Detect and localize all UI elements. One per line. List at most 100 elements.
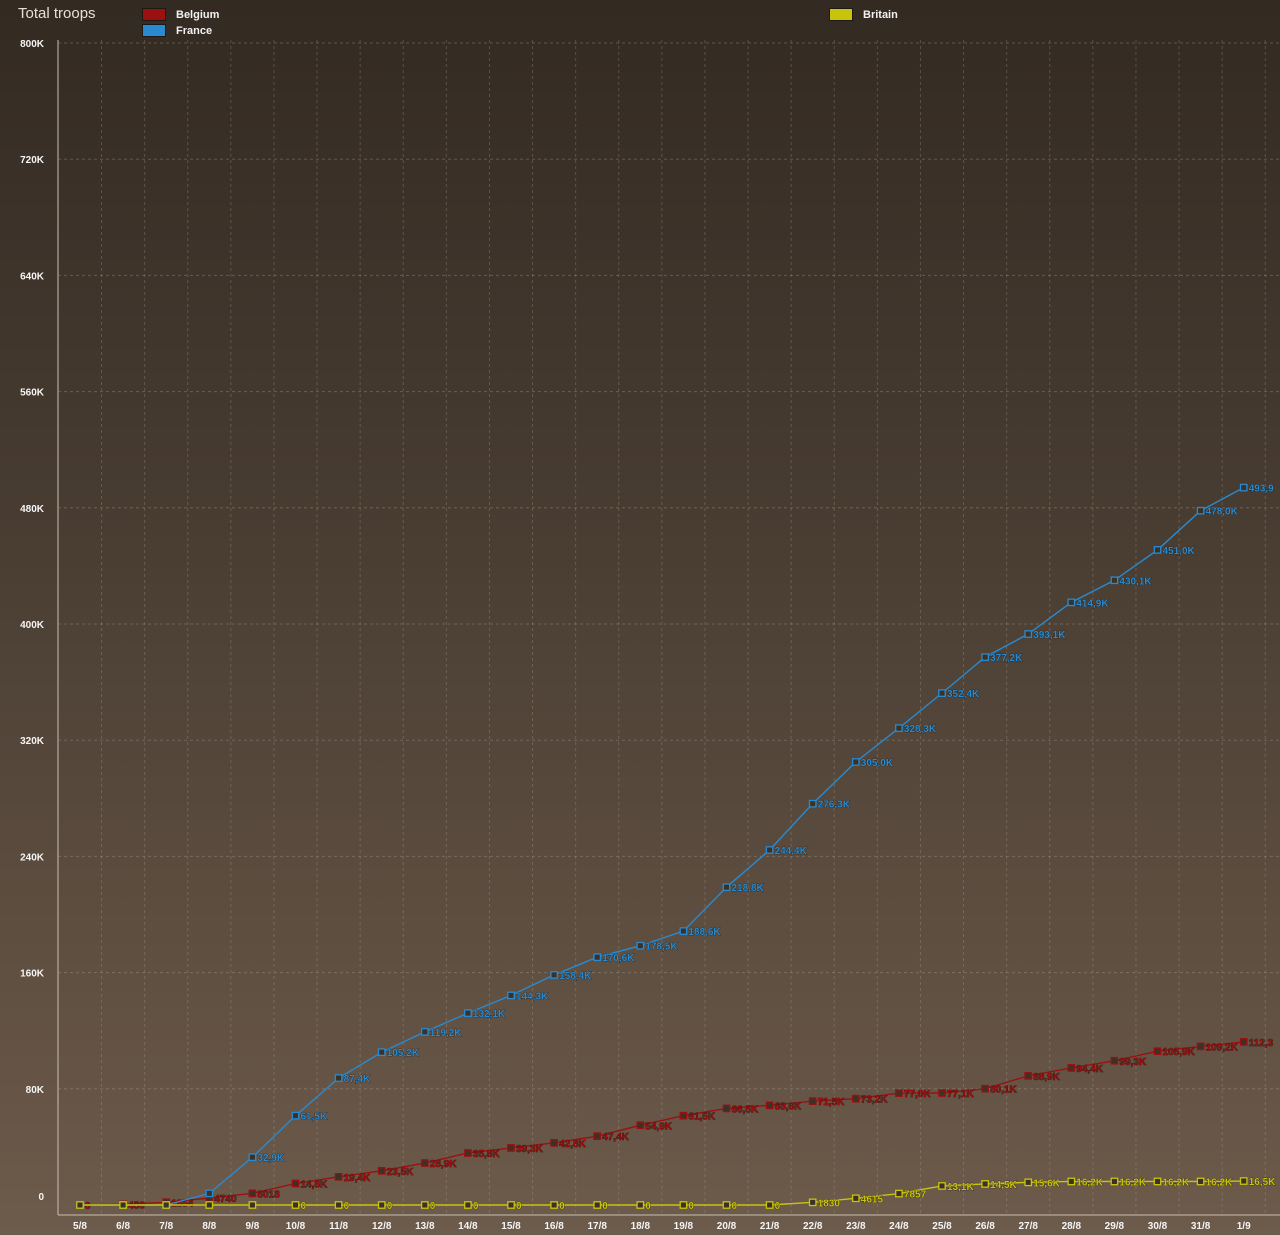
data-label-belgium: 4740 bbox=[214, 1194, 237, 1205]
x-tick-label: 15/8 bbox=[501, 1221, 521, 1232]
data-point-britain bbox=[1110, 1177, 1119, 1186]
data-label-belgium: 105,9K bbox=[1163, 1047, 1196, 1058]
data-point-britain bbox=[291, 1201, 300, 1209]
x-tick-label: 30/8 bbox=[1148, 1221, 1168, 1232]
data-label-belgium: 42,8K bbox=[559, 1139, 586, 1150]
data-point-belgium bbox=[895, 1089, 903, 1098]
data-label-france: 276,3K bbox=[818, 800, 851, 811]
data-label-france: 178,5K bbox=[645, 942, 678, 953]
data-label-britain: 13,1K bbox=[947, 1182, 974, 1193]
data-label-belgium: 66,5K bbox=[732, 1104, 759, 1115]
data-point-belgium bbox=[722, 1104, 731, 1113]
data-label-belgium: 35,8K bbox=[473, 1149, 500, 1160]
data-label-france: 218,8K bbox=[732, 883, 765, 894]
data-label-france: 430,1K bbox=[1119, 576, 1152, 587]
data-label-britain: 15,6K bbox=[1033, 1178, 1060, 1189]
data-point-belgium bbox=[1196, 1042, 1205, 1051]
x-tick-label: 13/8 bbox=[415, 1221, 435, 1232]
x-tick-label: 18/8 bbox=[631, 1221, 651, 1232]
data-point-britain bbox=[464, 1201, 472, 1209]
data-label-belgium: 54,9K bbox=[645, 1121, 672, 1132]
data-point-britain bbox=[550, 1201, 558, 1209]
data-point-france bbox=[377, 1048, 386, 1057]
data-point-belgium bbox=[1067, 1064, 1076, 1072]
data-label-france: 61,5K bbox=[301, 1112, 328, 1123]
x-tick-label: 22/8 bbox=[803, 1221, 823, 1232]
data-point-britain bbox=[636, 1201, 645, 1209]
data-point-france bbox=[1196, 506, 1205, 515]
x-tick-label: 27/8 bbox=[1018, 1221, 1038, 1232]
x-tick-label: 1/9 bbox=[1237, 1221, 1251, 1232]
data-label-britain: 16,2K bbox=[1076, 1177, 1103, 1188]
data-point-france bbox=[679, 927, 688, 935]
chart-area: Total troops Belgium France Britain 0 80K… bbox=[0, 0, 1280, 1235]
data-label-belgium: 94,4K bbox=[1076, 1064, 1103, 1075]
data-point-belgium bbox=[1153, 1047, 1162, 1056]
data-label-britain: 0 bbox=[688, 1201, 694, 1212]
data-label-france: 451,0K bbox=[1163, 546, 1196, 557]
data-point-france bbox=[981, 653, 989, 661]
data-point-belgium bbox=[420, 1159, 429, 1167]
data-label-britain: 0 bbox=[473, 1201, 479, 1212]
data-label-belgium: 88,9K bbox=[1033, 1072, 1060, 1083]
data-label-france: 493,9 bbox=[1249, 484, 1274, 495]
data-point-belgium bbox=[981, 1084, 989, 1093]
data-label-belgium: 14,8K bbox=[301, 1180, 328, 1191]
data-point-britain bbox=[377, 1201, 386, 1209]
data-label-britain: 7857 bbox=[904, 1190, 927, 1201]
data-point-france bbox=[765, 846, 774, 854]
x-tick-label: 28/8 bbox=[1062, 1221, 1082, 1232]
data-point-france bbox=[291, 1111, 300, 1120]
data-label-britain: 0 bbox=[344, 1201, 350, 1212]
data-point-britain bbox=[248, 1201, 257, 1209]
data-label-belgium: 19,4K bbox=[344, 1173, 371, 1184]
data-point-britain bbox=[1024, 1178, 1033, 1187]
y-tick-label: 560K bbox=[20, 388, 45, 399]
y-tick-label: 240K bbox=[20, 852, 45, 863]
data-point-france bbox=[851, 758, 860, 766]
data-label-france: 87,4K bbox=[344, 1074, 371, 1085]
plot-svg: 0 80K 160K 240K 320K 400K 480K 560K 640K 720K 800K… bbox=[20, 39, 1280, 1232]
data-point-britain bbox=[593, 1201, 602, 1209]
data-point-belgium bbox=[377, 1167, 386, 1175]
data-point-britain bbox=[205, 1201, 214, 1209]
data-label-britain: 16,2K bbox=[1206, 1177, 1233, 1188]
data-label-france: 393,1K bbox=[1033, 630, 1066, 641]
data-label-britain: 0 bbox=[732, 1201, 738, 1212]
data-point-britain bbox=[765, 1201, 774, 1209]
data-label-britain: 0 bbox=[559, 1201, 565, 1212]
data-label-france: 32,9K bbox=[257, 1153, 284, 1164]
data-point-britain bbox=[808, 1198, 817, 1207]
data-label-britain: 16,5K bbox=[1249, 1177, 1276, 1188]
data-label-belgium: 450 bbox=[128, 1200, 145, 1211]
x-tick-label: 7/8 bbox=[159, 1221, 173, 1232]
data-label-france: 105,2K bbox=[387, 1048, 420, 1059]
x-tick-label: 25/8 bbox=[932, 1221, 952, 1232]
data-point-france bbox=[248, 1153, 257, 1162]
data-point-britain bbox=[981, 1180, 989, 1188]
data-point-belgium bbox=[507, 1144, 515, 1152]
data-point-britain bbox=[679, 1201, 688, 1209]
data-label-britain: 14,5K bbox=[990, 1180, 1017, 1191]
data-point-france bbox=[593, 953, 602, 962]
data-point-france bbox=[420, 1028, 429, 1036]
data-label-britain: 4615 bbox=[861, 1194, 884, 1205]
data-point-belgium bbox=[1024, 1072, 1033, 1080]
data-point-britain bbox=[420, 1201, 429, 1209]
data-label-britain: 16,2K bbox=[1119, 1177, 1146, 1188]
data-point-britain bbox=[1239, 1177, 1248, 1185]
data-label-france: 119,2K bbox=[430, 1028, 462, 1039]
data-point-belgium bbox=[851, 1094, 860, 1103]
data-point-france bbox=[1067, 598, 1076, 607]
data-point-britain bbox=[162, 1201, 171, 1209]
data-point-france bbox=[808, 799, 817, 808]
y-tick-label: 0 bbox=[38, 1192, 44, 1203]
data-point-britain bbox=[895, 1189, 903, 1198]
data-point-france bbox=[895, 724, 903, 732]
data-point-britain bbox=[334, 1201, 343, 1209]
x-tick-label: 10/8 bbox=[286, 1221, 306, 1232]
data-point-belgium bbox=[1110, 1056, 1119, 1065]
data-label-belgium: 28,9K bbox=[430, 1159, 457, 1170]
data-label-france: 244,4K bbox=[775, 846, 808, 857]
data-point-britain bbox=[1067, 1177, 1076, 1186]
